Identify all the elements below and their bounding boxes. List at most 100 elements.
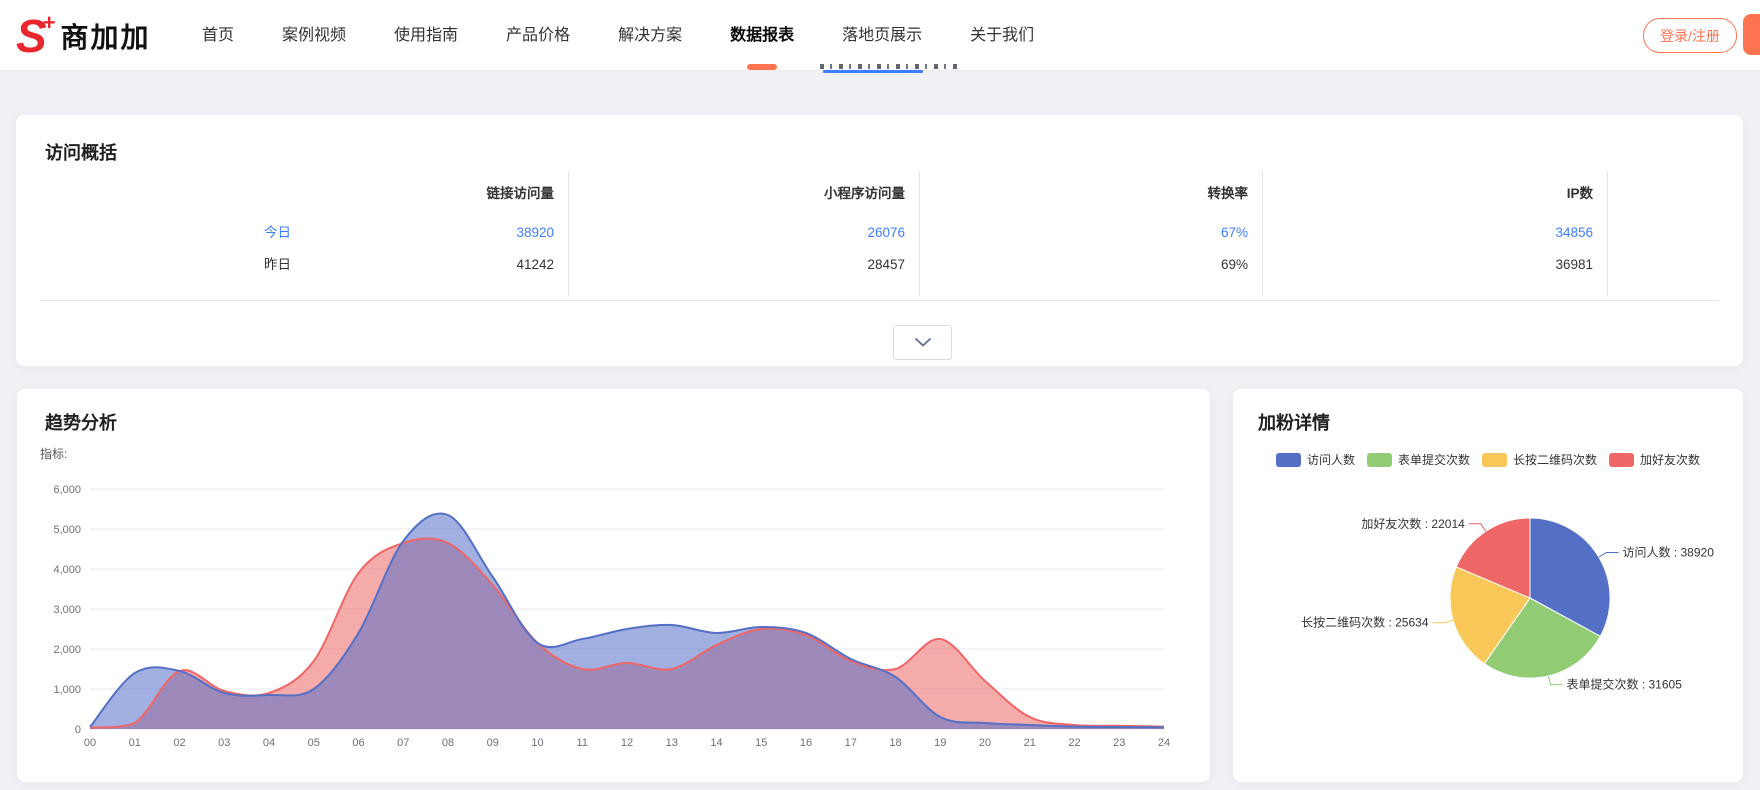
nav-item-解决方案[interactable]: 解决方案	[618, 0, 682, 71]
nav-item-label: 数据报表	[730, 27, 794, 44]
logo[interactable]: S+ 商加加	[16, 0, 151, 71]
x-axis-label: 06	[352, 737, 364, 749]
stat-value-empty	[1607, 218, 1743, 247]
y-axis-label: 6,000	[53, 484, 81, 496]
horizontal-divider	[40, 300, 1719, 301]
nav-item-label: 产品价格	[506, 27, 570, 44]
pie-label-line	[1469, 524, 1486, 532]
visit-overview-title: 访问概括	[45, 139, 117, 165]
column-header-empty	[1607, 181, 1743, 207]
nav-item-label: 关于我们	[970, 27, 1034, 44]
x-axis-label: 17	[845, 737, 857, 749]
clipped-tab-text-fragments	[820, 64, 958, 69]
logo-text: 商加加	[61, 16, 151, 56]
x-axis-label: 20	[979, 737, 991, 749]
visit-overview-card: 访问概括 链接访问量小程序访问量转换率IP数 38920今日2607667%348…	[16, 115, 1743, 366]
x-axis-label: 22	[1068, 737, 1080, 749]
stat-value: 69%	[919, 250, 1262, 279]
trend-area-chart: 0 1,000 2,000 3,000 4,000 5,000 6,000 00 01 02 03 0…	[17, 389, 1210, 782]
x-axis-label: 13	[666, 737, 678, 749]
x-axis-label: 04	[263, 737, 275, 749]
stat-value-empty	[1607, 250, 1743, 279]
x-axis-label: 03	[218, 737, 230, 749]
y-axis-label: 0	[75, 724, 81, 736]
logo-plus-icon: +	[43, 12, 56, 34]
x-axis-label: 21	[1024, 737, 1036, 749]
trend-analysis-card: 趋势分析 指标: 01,0002,0003,0004,0005,0006,000…	[17, 389, 1210, 782]
overview-header-row: 链接访问量小程序访问量转换率IP数	[16, 181, 1743, 207]
column-header: 转换率	[919, 181, 1262, 207]
nav-item-首页[interactable]: 首页	[202, 0, 234, 71]
overview-row-今日: 38920今日2607667%34856	[16, 218, 1743, 247]
nav-item-案例视频[interactable]: 案例视频	[282, 0, 346, 71]
x-axis-label: 09	[487, 737, 499, 749]
floating-side-tab[interactable]	[1743, 14, 1760, 55]
column-divider	[1607, 172, 1608, 295]
stat-value: 36981	[1262, 250, 1607, 279]
nav-item-数据报表[interactable]: 数据报表	[730, 0, 794, 71]
stat-value: 28457	[568, 250, 919, 279]
column-divider	[568, 172, 569, 295]
active-nav-indicator	[747, 64, 777, 70]
y-axis-label: 2,000	[53, 644, 81, 656]
stat-value: 38920今日	[16, 218, 568, 247]
column-header: IP数	[1262, 181, 1607, 207]
pie-label: 表单提交次数 : 31605	[1567, 677, 1683, 692]
y-axis-label: 4,000	[53, 564, 81, 576]
x-axis-label: 00	[84, 737, 96, 749]
page: S+ 商加加 首页 案例视频 使用指南 产品价格 解决方案 数据报表 落地页展示 关于我们 登…	[0, 0, 1760, 790]
column-divider	[1262, 172, 1263, 295]
x-axis-label: 11	[577, 737, 588, 749]
x-axis-label: 18	[889, 737, 901, 749]
pie-label-line	[1548, 676, 1562, 685]
stat-value: 26076	[568, 218, 919, 247]
stat-value: 34856	[1262, 218, 1607, 247]
logo-s-icon: S	[16, 13, 45, 59]
pie-label: 长按二维码次数 : 25634	[1301, 615, 1429, 630]
x-axis-label: 01	[129, 737, 141, 749]
fans-detail-card: 加粉详情 访问人数表单提交次数长按二维码次数加好友次数 访问人数 : 38920…	[1233, 389, 1743, 782]
row-label[interactable]: 今日	[264, 218, 291, 247]
x-axis-label: 19	[934, 737, 946, 749]
fans-pie-chart: 访问人数 : 38920 表单提交次数 : 31605 长按二维码次数 : 2563…	[1233, 389, 1743, 782]
nav-item-label: 使用指南	[394, 27, 458, 44]
clipped-tab-fragments	[818, 60, 963, 73]
x-axis-label: 07	[397, 737, 409, 749]
column-divider	[919, 172, 920, 295]
nav-item-关于我们[interactable]: 关于我们	[970, 0, 1034, 71]
nav-item-label: 解决方案	[618, 27, 682, 44]
x-axis-label: 10	[531, 737, 543, 749]
x-axis-label: 14	[710, 737, 722, 749]
active-subtab-underline	[823, 70, 923, 73]
pie-label: 加好友次数 : 22014	[1361, 516, 1465, 531]
nav-item-产品价格[interactable]: 产品价格	[506, 0, 570, 71]
nav-item-label: 落地页展示	[842, 27, 922, 44]
nav-item-使用指南[interactable]: 使用指南	[394, 0, 458, 71]
overview-table: 链接访问量小程序访问量转换率IP数 38920今日2607667%34856 412…	[16, 181, 1743, 279]
nav-item-label: 案例视频	[282, 27, 346, 44]
x-axis-label: 24	[1158, 737, 1170, 749]
pie-label-line	[1599, 553, 1619, 558]
x-axis-label: 16	[800, 737, 812, 749]
login-register-button[interactable]: 登录/注册	[1643, 18, 1737, 53]
x-axis-label: 12	[621, 737, 633, 749]
stat-value: 41242昨日	[16, 250, 568, 279]
x-axis-label: 15	[755, 737, 767, 749]
row-label[interactable]: 昨日	[264, 250, 291, 279]
x-axis-label: 23	[1113, 737, 1125, 749]
stat-value: 67%	[919, 218, 1262, 247]
x-axis-label: 08	[442, 737, 454, 749]
pie-label: 访问人数 : 38920	[1623, 545, 1715, 560]
column-header: 链接访问量	[16, 181, 568, 207]
expand-overview-button[interactable]	[893, 325, 952, 360]
pie-label-line	[1433, 620, 1454, 623]
nav-item-label: 首页	[202, 27, 234, 44]
chevron-down-icon	[915, 338, 931, 347]
overview-row-昨日: 41242昨日2845769%36981	[16, 250, 1743, 279]
x-axis-label: 05	[308, 737, 320, 749]
x-axis-label: 02	[173, 737, 185, 749]
y-axis-label: 1,000	[53, 684, 81, 696]
y-axis-label: 5,000	[53, 524, 81, 536]
y-axis-label: 3,000	[53, 604, 81, 616]
column-header: 小程序访问量	[568, 181, 919, 207]
